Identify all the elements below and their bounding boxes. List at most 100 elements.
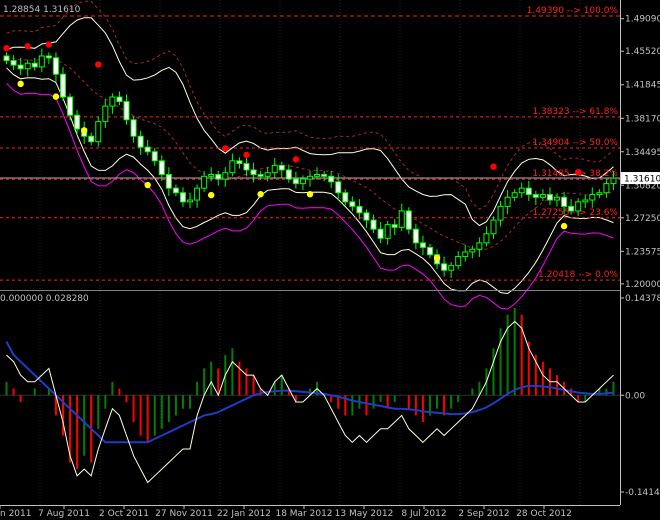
candle-body bbox=[165, 174, 172, 189]
time-axis[interactable]: n 2011 7 Aug 2011 2 Oct 2011 27 Nov 2011 22 … bbox=[0, 505, 620, 519]
candle-body bbox=[264, 172, 271, 177]
up-fractal-dot bbox=[292, 156, 300, 163]
candle-body bbox=[328, 175, 335, 183]
price-tick-label: 1.49090 bbox=[625, 15, 660, 25]
candle-body bbox=[278, 164, 285, 171]
candle-body bbox=[144, 146, 151, 153]
candle-body bbox=[109, 96, 116, 107]
candle-body bbox=[215, 174, 222, 180]
candle-body bbox=[24, 62, 31, 70]
price-tick-label: 1.20000 bbox=[625, 280, 660, 290]
candle-body bbox=[561, 196, 568, 207]
candle-body bbox=[95, 121, 102, 143]
candle-body bbox=[412, 228, 419, 244]
time-tick-label: 18 Mar 2012 bbox=[275, 509, 332, 519]
candle-body bbox=[307, 175, 313, 180]
time-tick-label: 22 Jan 2012 bbox=[217, 509, 271, 519]
candle-body bbox=[462, 251, 469, 258]
price-tick-label: 1.27250 bbox=[625, 214, 660, 224]
candle-body bbox=[391, 224, 398, 228]
time-tick-label: 2 Oct 2011 bbox=[99, 509, 149, 519]
histogram bbox=[0, 308, 620, 470]
price-axis-background bbox=[620, 0, 660, 520]
candle-body bbox=[201, 175, 208, 189]
price-tick-label: 1.41845 bbox=[625, 81, 660, 91]
candle-body bbox=[285, 169, 292, 180]
time-tick-label: 7 Aug 2011 bbox=[38, 509, 90, 519]
candle-body bbox=[342, 192, 349, 203]
candle-body bbox=[59, 73, 66, 98]
down-fractal-dot bbox=[207, 191, 215, 199]
candle-body bbox=[363, 212, 370, 221]
candle-body bbox=[151, 151, 158, 162]
fib-level-label: 1.38323 --> 61.8% bbox=[532, 107, 618, 117]
candle-body bbox=[229, 160, 236, 174]
candle-body bbox=[3, 55, 10, 62]
candle-body bbox=[243, 163, 250, 171]
up-fractal-dot bbox=[95, 61, 102, 68]
candle-body bbox=[525, 187, 532, 196]
candle-body bbox=[52, 57, 59, 75]
chart-canvas[interactable]: 1.49390 --> 100.0% 1.38323 --> 61.8% 1.349… bbox=[0, 0, 660, 520]
candle-body bbox=[568, 205, 575, 212]
candle-body bbox=[554, 196, 561, 201]
trading-terminal-window: 1.49390 --> 100.0% 1.38323 --> 61.8% 1.349… bbox=[0, 0, 660, 520]
candle-body bbox=[511, 192, 518, 198]
time-tick-label: n 2011 bbox=[0, 509, 31, 519]
price-axis[interactable]: 1.490901.455201.418451.381701.344951.308… bbox=[620, 0, 660, 520]
candle-body bbox=[17, 64, 24, 70]
candle-body bbox=[335, 181, 342, 194]
candle-body bbox=[88, 135, 95, 143]
candle-body bbox=[384, 224, 391, 239]
candle-body bbox=[257, 174, 264, 177]
candle-body bbox=[299, 178, 306, 185]
candle-body bbox=[469, 248, 476, 253]
down-fractal-dot bbox=[257, 190, 264, 198]
candle-body bbox=[483, 233, 490, 244]
candle-body bbox=[271, 164, 278, 174]
price-tick-label: 1.45520 bbox=[625, 47, 660, 57]
candle-body bbox=[426, 246, 433, 256]
fibonacci-levels[interactable]: 1.49390 --> 100.0% 1.38323 --> 61.8% 1.349… bbox=[0, 6, 620, 281]
candle-body bbox=[532, 194, 539, 198]
down-fractal-dot bbox=[144, 181, 151, 189]
candle-body bbox=[314, 174, 321, 177]
candle-body bbox=[321, 174, 328, 177]
candle-body bbox=[236, 160, 243, 165]
price-tick-label: 1.38170 bbox=[625, 114, 660, 124]
candle-body bbox=[137, 135, 144, 148]
candle-body bbox=[187, 199, 194, 203]
candle-body bbox=[398, 210, 405, 228]
candle-body bbox=[596, 192, 603, 196]
up-fractal-dot bbox=[222, 145, 229, 152]
up-fractal-dot bbox=[24, 43, 31, 50]
candle-body bbox=[31, 62, 38, 68]
fib-level-label: 1.34904 --> 50.0% bbox=[532, 138, 618, 148]
down-fractal-dot bbox=[433, 254, 441, 262]
up-fractal-dot bbox=[3, 44, 10, 52]
envelope-bands bbox=[6, 0, 614, 310]
candle-body bbox=[67, 96, 74, 116]
candle-body bbox=[74, 114, 81, 130]
candle-body bbox=[419, 242, 426, 248]
candle-body bbox=[582, 199, 589, 203]
candlesticks bbox=[3, 48, 617, 278]
oscillator-tick-label: 0.14378 bbox=[625, 294, 660, 304]
price-panel[interactable]: 1.49390 --> 100.0% 1.38323 --> 61.8% 1.349… bbox=[0, 0, 620, 310]
candle-body bbox=[610, 177, 617, 185]
oscillator-panel[interactable]: 0.000000 0.028280 bbox=[0, 294, 620, 484]
down-fractal-dot bbox=[80, 127, 88, 134]
candle-body bbox=[172, 187, 179, 194]
candle-body bbox=[455, 256, 462, 267]
candle-body bbox=[158, 160, 165, 176]
candle-body bbox=[102, 105, 109, 123]
candle-body bbox=[497, 205, 504, 221]
candle-body bbox=[179, 192, 186, 203]
candle-body bbox=[539, 194, 546, 198]
time-tick-label: 8 Jul 2012 bbox=[401, 509, 446, 519]
time-tick-label: 2 Sep 2012 bbox=[458, 509, 509, 519]
up-fractal-dot bbox=[243, 151, 250, 159]
up-fractal-dot bbox=[45, 41, 53, 48]
candle-body bbox=[405, 210, 412, 230]
candle-body bbox=[194, 187, 201, 201]
